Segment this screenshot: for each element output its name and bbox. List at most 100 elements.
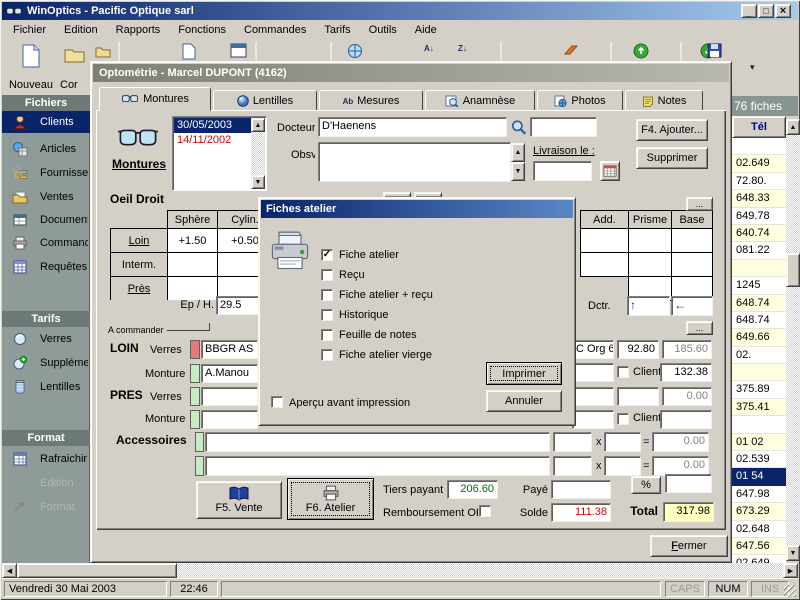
- calendar-button[interactable]: [600, 161, 620, 181]
- fiche-atelier-checkbox[interactable]: [321, 249, 333, 261]
- tab-lentilles[interactable]: Lentilles: [213, 90, 317, 111]
- cell-loin-cylin[interactable]: +0.50: [217, 228, 258, 253]
- obsv-field[interactable]: [318, 142, 511, 182]
- sidebar-item-rafraichir[interactable]: Rafraichir: [2, 448, 90, 470]
- supprimer-button[interactable]: Supprimer: [636, 147, 708, 169]
- monture-mid-field[interactable]: [572, 363, 614, 382]
- pres-monture-mid-field[interactable]: [572, 410, 614, 429]
- pres-monture-color-swatch[interactable]: [190, 410, 200, 429]
- tel-row-selected[interactable]: 01 54: [732, 468, 786, 485]
- tab-anamnese[interactable]: Anamnèse: [425, 90, 535, 111]
- sidebar-header-format[interactable]: Format: [2, 430, 90, 446]
- tel-row[interactable]: [732, 260, 786, 277]
- prev-record-icon[interactable]: [633, 43, 649, 59]
- tel-row[interactable]: 673.29: [732, 503, 786, 520]
- tel-row[interactable]: 081.22: [732, 242, 786, 259]
- accessoire2-qty-field[interactable]: [604, 456, 641, 476]
- percent-field[interactable]: [665, 474, 712, 493]
- sidebar-item-lentilles[interactable]: Lentilles: [2, 376, 90, 398]
- loin-verres-field[interactable]: BBGR AS: [201, 340, 258, 359]
- sidebar-header-fichiers[interactable]: Fichiers: [2, 95, 90, 111]
- sort-asc-icon[interactable]: A↓: [424, 44, 434, 53]
- accessoire2-price-field[interactable]: [553, 456, 592, 476]
- window-icon[interactable]: [230, 43, 247, 58]
- minimize-button[interactable]: _: [741, 4, 757, 18]
- more-button-bottom[interactable]: ...: [686, 321, 713, 335]
- vscroll-track[interactable]: [786, 135, 800, 545]
- loin-monture-field[interactable]: A.Manou: [201, 364, 258, 383]
- recu-checkbox[interactable]: [321, 269, 333, 281]
- tel-row[interactable]: 1245: [732, 277, 786, 294]
- accessoire1-color-swatch[interactable]: [195, 432, 204, 452]
- monture-total-field[interactable]: 132.38: [660, 363, 712, 382]
- tab-mesures[interactable]: Mesures: [319, 90, 423, 111]
- resize-grip[interactable]: [784, 585, 796, 597]
- imprimer-button[interactable]: Imprimer: [486, 362, 562, 385]
- tel-row[interactable]: 72.80.: [732, 173, 786, 190]
- open-folder-icon[interactable]: [95, 43, 111, 59]
- sidebar-header-tarifs[interactable]: Tarifs: [2, 311, 90, 327]
- fermer-button[interactable]: FFermer: [650, 535, 728, 557]
- cell-add-1[interactable]: [580, 228, 629, 253]
- remboursement-checkbox[interactable]: [479, 505, 491, 517]
- pres-monture-field[interactable]: [201, 410, 258, 429]
- paye-field[interactable]: [551, 480, 611, 499]
- sidebar-item-requetes[interactable]: Requêtes: [2, 256, 90, 278]
- cell-interm-sphere[interactable]: [167, 252, 218, 277]
- optometrie-titlebar[interactable]: Optométrie - Marcel DUPONT (4162): [93, 64, 729, 82]
- loin-client-checkbox[interactable]: [617, 366, 629, 378]
- tel-row[interactable]: 375.89: [732, 381, 786, 398]
- cell-base-1[interactable]: [671, 228, 713, 253]
- f5-vente-button[interactable]: F5. Vente: [196, 481, 282, 519]
- sort-desc-icon[interactable]: Z↓: [458, 44, 467, 53]
- nouveau-button[interactable]: Nouveau: [4, 41, 58, 93]
- vscroll-down-button[interactable]: [786, 545, 800, 561]
- tel-row[interactable]: [732, 138, 786, 155]
- menu-fonctions[interactable]: Fonctions: [169, 22, 235, 40]
- dates-scroll-down[interactable]: [251, 175, 265, 189]
- livraison-field[interactable]: [533, 161, 592, 181]
- tel-row[interactable]: 02.649: [732, 155, 786, 172]
- docteur-extra-field[interactable]: [530, 117, 597, 137]
- sidebar-item-fournisseurs[interactable]: Fournisseurs: [2, 162, 90, 184]
- sidebar-item-documents[interactable]: Documents: [2, 209, 90, 231]
- tel-row[interactable]: 649.78: [732, 208, 786, 225]
- tel-row[interactable]: 648.74: [732, 312, 786, 329]
- tel-row[interactable]: 02.539: [732, 451, 786, 468]
- obsv-up-button[interactable]: [511, 143, 525, 162]
- menu-rapports[interactable]: Rapports: [107, 22, 170, 40]
- tel-row[interactable]: [732, 416, 786, 433]
- tel-row[interactable]: 647.98: [732, 486, 786, 503]
- tab-photos[interactable]: Photos: [537, 90, 623, 111]
- tab-montures[interactable]: Montures: [99, 87, 211, 111]
- save-layout-icon[interactable]: [707, 43, 722, 58]
- hscroll-right-button[interactable]: [783, 563, 798, 578]
- tel-row[interactable]: 648.33: [732, 190, 786, 207]
- tiers-payant-field[interactable]: 206.60: [447, 480, 498, 499]
- cell-pres-sphere[interactable]: [167, 276, 218, 300]
- cell-base-2[interactable]: [671, 252, 713, 277]
- tel-row[interactable]: 647.56: [732, 538, 786, 555]
- maximize-button[interactable]: □: [758, 4, 774, 18]
- historique-checkbox[interactable]: [321, 309, 333, 321]
- loin-monture-color-swatch[interactable]: [190, 364, 200, 383]
- menu-aide[interactable]: Aide: [406, 22, 446, 40]
- annuler-button[interactable]: Annuler: [486, 390, 562, 412]
- pres-supplier-field[interactable]: [572, 387, 614, 406]
- accessoire1-qty-field[interactable]: [604, 432, 641, 452]
- sidebar-item-commandes[interactable]: Commandes: [2, 232, 90, 254]
- menu-tarifs[interactable]: Tarifs: [315, 22, 359, 40]
- sidebar-item-clients[interactable]: Clients: [2, 111, 90, 133]
- fiches-atelier-titlebar[interactable]: Fiches atelier: [261, 200, 573, 218]
- menu-fichier[interactable]: Fichier: [4, 22, 55, 40]
- pres-verres-field[interactable]: [201, 387, 258, 406]
- menu-commandes[interactable]: Commandes: [235, 22, 315, 40]
- loin-verres-color-swatch[interactable]: [190, 340, 200, 359]
- vscroll-up-button[interactable]: [786, 119, 800, 135]
- obsv-down-button[interactable]: [511, 162, 525, 181]
- tel-row[interactable]: 649.66: [732, 329, 786, 346]
- menu-edition[interactable]: Edition: [55, 22, 107, 40]
- document-icon[interactable]: [182, 43, 196, 60]
- tel-row[interactable]: 01 02: [732, 434, 786, 451]
- accessoire2-color-swatch[interactable]: [195, 456, 204, 476]
